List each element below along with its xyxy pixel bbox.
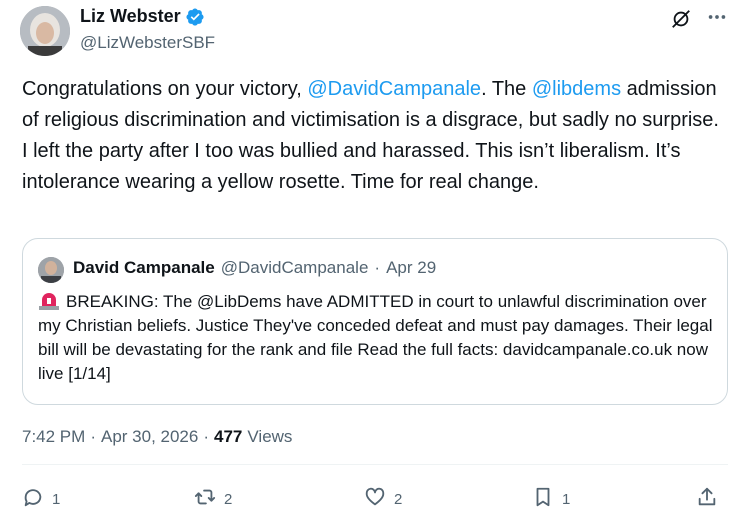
- mention-link[interactable]: @DavidCampanale: [307, 78, 481, 100]
- avatar-photo: [38, 257, 64, 283]
- tweet-text-part: Congratulations on your victory,: [22, 78, 308, 100]
- tweet-time[interactable]: 7:42 PM: [22, 427, 85, 447]
- mention-link[interactable]: @libdems: [532, 78, 621, 100]
- separator-dot: ·: [374, 258, 381, 277]
- grok-icon[interactable]: [670, 8, 692, 30]
- quoted-author-handle[interactable]: @DavidCampanale: [221, 258, 369, 278]
- bookmark-count: 1: [562, 490, 571, 508]
- like-button[interactable]: 2: [364, 486, 402, 512]
- bookmark-icon: [532, 486, 554, 512]
- repost-icon: [194, 486, 216, 512]
- author-handle[interactable]: @LizWebsterSBF: [80, 33, 215, 53]
- repost-count: 2: [224, 490, 233, 508]
- reply-button[interactable]: 1: [22, 486, 60, 512]
- views-count: 477: [214, 427, 243, 446]
- share-button[interactable]: [696, 486, 718, 512]
- quoted-tweet-date[interactable]: Apr 29: [386, 258, 436, 278]
- tweet-text: Congratulations on your victory, @DavidC…: [22, 74, 727, 198]
- author-avatar[interactable]: [20, 6, 70, 56]
- siren-icon: [38, 292, 60, 310]
- tweet-text-part: . The: [481, 78, 532, 100]
- more-options-icon[interactable]: [706, 6, 728, 32]
- separator-dot: ·: [90, 427, 96, 446]
- views-label: Views: [247, 427, 293, 446]
- quoted-author-name[interactable]: David Campanale: [73, 258, 215, 278]
- tweet-date[interactable]: Apr 30, 2026: [101, 427, 198, 447]
- author-display-name[interactable]: Liz Webster: [80, 6, 181, 27]
- like-count: 2: [394, 490, 403, 508]
- separator-dot: ·: [203, 427, 210, 446]
- action-bar: 1 2 2 1: [22, 486, 728, 514]
- repost-button[interactable]: 2: [194, 486, 232, 512]
- avatar-photo: [20, 6, 70, 56]
- quoted-tweet-card[interactable]: David Campanale @DavidCampanale · Apr 29…: [22, 238, 728, 405]
- quoted-tweet-text: BREAKING: The @LibDems have ADMITTED in …: [38, 290, 718, 386]
- bookmark-button[interactable]: 1: [532, 486, 570, 512]
- share-icon: [696, 486, 718, 512]
- heart-icon: [364, 486, 386, 512]
- tweet-meta: 7:42 PM · Apr 30, 2026 · 477 Views: [22, 427, 292, 447]
- reply-count: 1: [52, 490, 61, 508]
- divider: [22, 464, 728, 465]
- verified-badge-icon: [185, 7, 205, 27]
- quoted-author-avatar[interactable]: [38, 257, 64, 283]
- reply-icon: [22, 486, 44, 512]
- quoted-tweet-body: BREAKING: The @LibDems have ADMITTED in …: [38, 292, 713, 383]
